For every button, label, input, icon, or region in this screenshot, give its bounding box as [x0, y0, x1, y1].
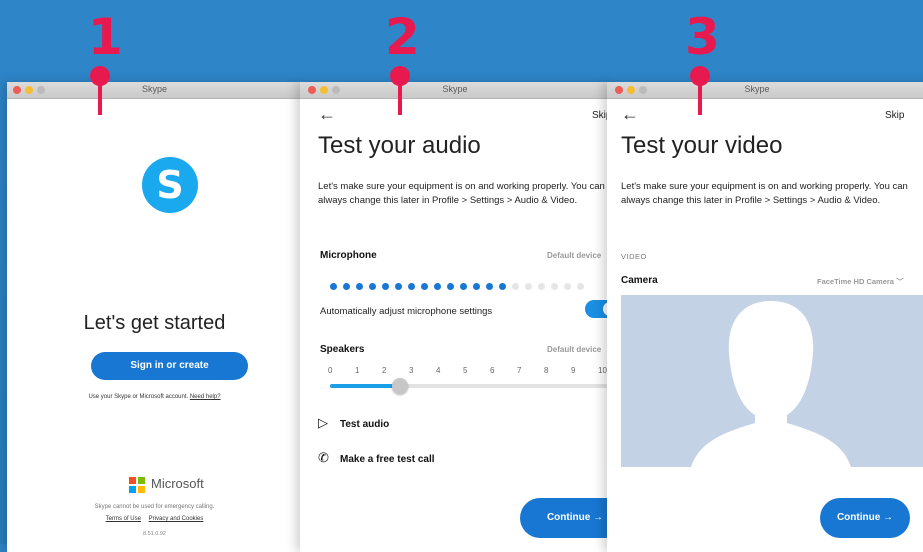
speaker-tick-label: 9	[571, 366, 576, 375]
microphone-device-select[interactable]: Default device	[547, 251, 601, 260]
speaker-tick-label: 10	[598, 366, 607, 375]
microphone-label: Microphone	[320, 250, 377, 261]
play-icon: ▷	[318, 415, 328, 430]
test-audio-label: Test audio	[340, 419, 390, 430]
speaker-tick-label: 2	[382, 366, 387, 375]
window-title: Skype	[744, 84, 770, 94]
intro-paragraph: Let's make sure your equipment is on and…	[318, 181, 605, 206]
window-title: Skype	[442, 84, 468, 94]
step-pin-1-head	[90, 66, 110, 86]
mic-level-dot	[473, 283, 480, 290]
speaker-tick-label: 8	[544, 366, 549, 375]
skip-link[interactable]: Skip	[885, 110, 904, 121]
emergency-note: Skype cannot be used for emergency calli…	[94, 504, 215, 510]
privacy-link[interactable]: Privacy and Cookies	[149, 516, 204, 522]
free-call-label: Make a free test call	[340, 454, 435, 465]
version-label: 8.51.0.92	[143, 531, 166, 537]
free-test-call-row[interactable]: ✆ Make a free test call	[318, 450, 435, 466]
window-test-audio: Skype ← Skip Test your audio Let's make …	[300, 82, 610, 552]
mic-level-dot	[382, 283, 389, 290]
speaker-tick-label: 3	[409, 366, 414, 375]
account-note-text: Use your Skype or Microsoft account.	[88, 394, 189, 400]
mic-level-dot	[356, 283, 363, 290]
speaker-volume-ticks: 0 1 2 3 4 5 6 7 8 9 10	[328, 366, 610, 378]
need-help-link[interactable]: Need help?	[190, 394, 221, 400]
step-number-1: 1	[88, 8, 123, 66]
speakers-device-select[interactable]: Default device	[547, 345, 601, 354]
back-arrow-icon[interactable]: ←	[621, 104, 639, 125]
step-pin-3-head	[690, 66, 710, 86]
video-preview	[621, 295, 923, 467]
step-number-2: 2	[385, 8, 420, 66]
video-section-label: VIDEO	[621, 252, 647, 261]
mic-level-dot	[421, 283, 428, 290]
speaker-tick-label: 6	[490, 366, 495, 375]
step-number-3: 3	[685, 8, 720, 66]
mic-level-dot	[577, 283, 584, 290]
slider-thumb[interactable]	[391, 378, 408, 394]
account-note: Use your Skype or Microsoft account. Nee…	[7, 394, 302, 400]
page-heading: Test your video	[621, 132, 783, 159]
chevron-down-icon: ﹀	[896, 277, 904, 286]
legal-links: Terms of Use Privacy and Cookies	[7, 516, 302, 522]
title-bar: Skype	[7, 82, 302, 99]
window-test-video: Skype ← Skip Test your video Let's make …	[607, 82, 923, 552]
skype-logo: S	[142, 157, 198, 213]
microsoft-label: Microsoft	[151, 476, 204, 491]
window-title: Skype	[141, 84, 167, 94]
speaker-tick-label: 0	[328, 366, 333, 375]
step-pin-2-head	[390, 66, 410, 86]
microphone-level-meter	[330, 277, 590, 295]
mic-level-dot	[343, 283, 350, 290]
mic-level-dot	[486, 283, 493, 290]
title-bar: Skype	[300, 82, 610, 99]
terms-link[interactable]: Terms of Use	[106, 516, 141, 522]
page-heading: Let's get started	[83, 312, 226, 334]
camera-device-select[interactable]: FaceTime HD Camera ﹀	[817, 276, 904, 287]
continue-button[interactable]: Continue →	[520, 498, 610, 538]
microsoft-logo-icon	[129, 477, 145, 493]
speaker-volume-slider[interactable]	[330, 378, 610, 394]
auto-adjust-label: Automatically adjust microphone settings	[320, 306, 493, 317]
continue-button[interactable]: Continue →	[820, 498, 910, 538]
speaker-tick-label: 1	[355, 366, 360, 375]
speaker-tick-label: 7	[517, 366, 522, 375]
mic-level-dot	[447, 283, 454, 290]
sign-in-button[interactable]: Sign in or create	[91, 352, 248, 380]
mic-level-dot	[499, 283, 506, 290]
skype-logo-letter: S	[156, 163, 184, 207]
camera-device-label: FaceTime HD Camera	[817, 277, 894, 286]
speakers-label: Speakers	[320, 344, 365, 355]
mic-level-dot	[551, 283, 558, 290]
slider-fill	[330, 384, 400, 388]
camera-label: Camera	[621, 275, 658, 286]
test-audio-row[interactable]: ▷ Test audio	[318, 415, 389, 431]
mic-level-dot	[460, 283, 467, 290]
mic-level-dot	[330, 283, 337, 290]
mic-level-dot	[564, 283, 571, 290]
person-silhouette-icon	[691, 301, 851, 467]
mic-level-dot	[525, 283, 532, 290]
page-heading: Test your audio	[318, 132, 481, 159]
speaker-tick-label: 4	[436, 366, 441, 375]
back-arrow-icon[interactable]: ←	[318, 104, 336, 125]
mic-level-dot	[512, 283, 519, 290]
speaker-tick-label: 5	[463, 366, 468, 375]
intro-paragraph: Let's make sure your equipment is on and…	[621, 181, 908, 206]
mic-level-dot	[538, 283, 545, 290]
window-get-started: Skype S Let's get started Sign in or cre…	[7, 82, 302, 552]
mic-level-dot	[369, 283, 376, 290]
mic-level-dot	[395, 283, 402, 290]
phone-icon: ✆	[318, 450, 329, 465]
mic-level-dot	[434, 283, 441, 290]
title-bar: Skype	[607, 82, 923, 99]
mic-level-dot	[408, 283, 415, 290]
